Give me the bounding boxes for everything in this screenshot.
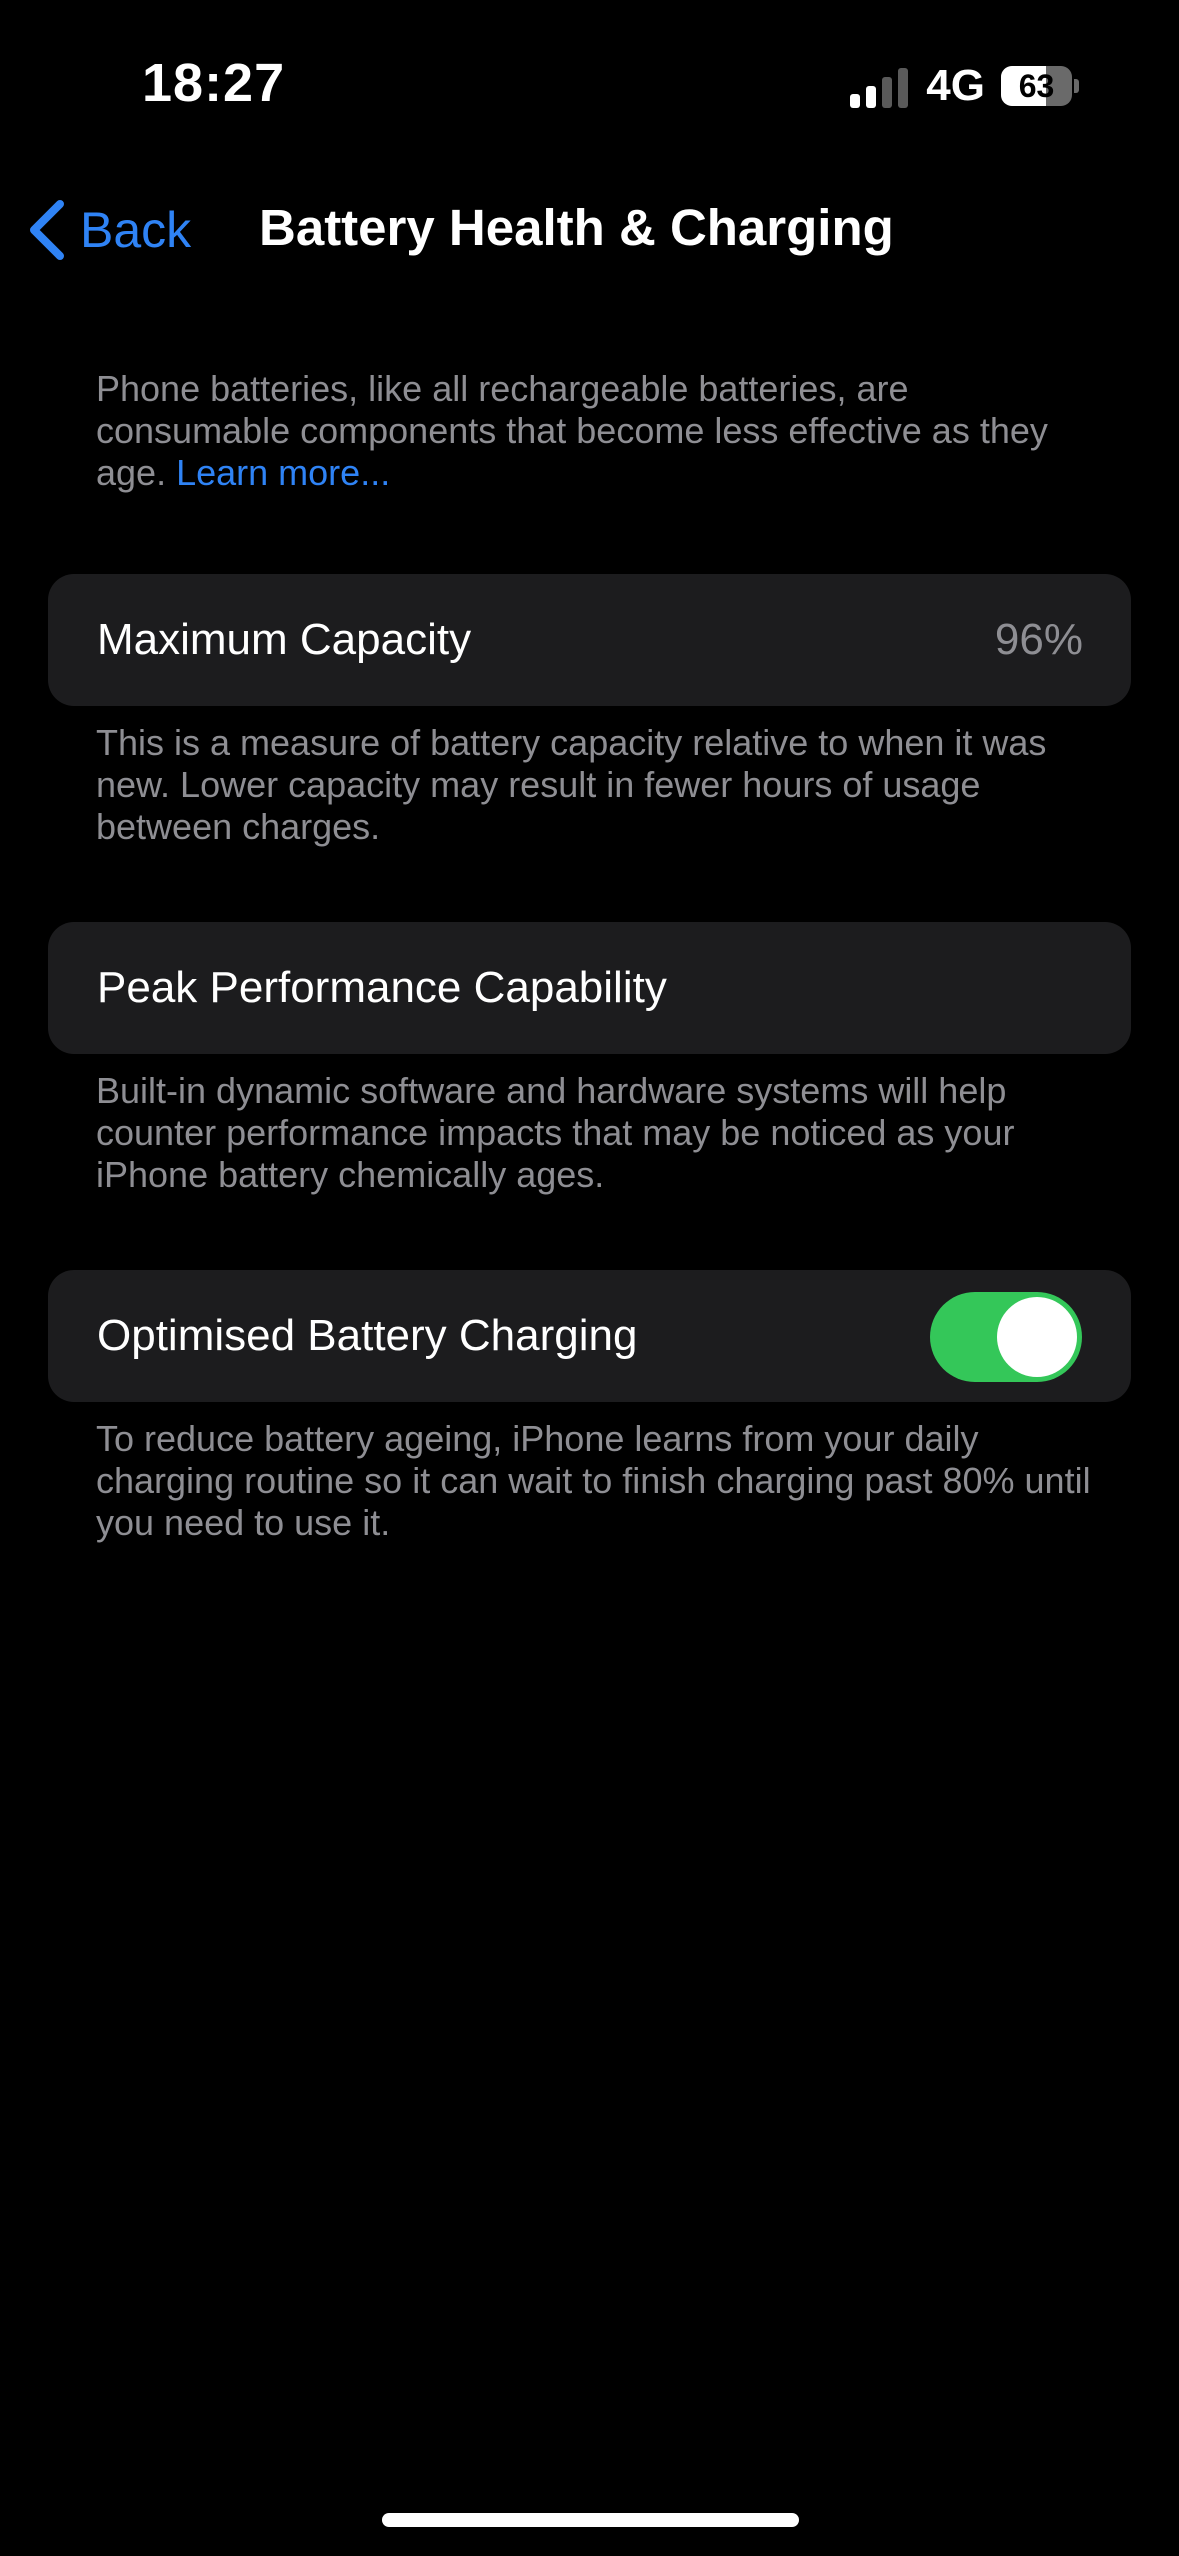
- battery-icon: 63: [1001, 66, 1079, 106]
- signal-bar: [850, 94, 861, 108]
- network-type-label: 4G: [926, 61, 985, 110]
- battery-level-text: 63: [1018, 67, 1055, 104]
- signal-bar: [882, 77, 893, 108]
- peak-performance-label: Peak Performance Capability: [97, 963, 667, 1012]
- maximum-capacity-label: Maximum Capacity: [97, 615, 472, 664]
- navigation-bar: Back Battery Health & Charging: [0, 170, 1179, 290]
- status-indicators: 4G 63: [850, 60, 1079, 112]
- home-indicator[interactable]: [382, 2513, 799, 2527]
- intro-description: Phone batteries, like all rechargeable b…: [96, 368, 1096, 494]
- cellular-signal-icon: [850, 64, 910, 108]
- battery-cap: [1074, 79, 1079, 93]
- signal-bar: [898, 68, 909, 108]
- learn-more-link[interactable]: Learn more...: [176, 452, 390, 493]
- page-title: Battery Health & Charging: [259, 199, 894, 256]
- status-bar: 18:27 4G 63: [0, 0, 1179, 170]
- optimised-charging-footer: To reduce battery ageing, iPhone learns …: [96, 1418, 1091, 1543]
- maximum-capacity-value: 96%: [994, 615, 1083, 664]
- maximum-capacity-row: Maximum Capacity 96%: [48, 574, 1131, 706]
- signal-bar: [866, 86, 877, 108]
- back-label: Back: [80, 202, 192, 258]
- maximum-capacity-footer: This is a measure of battery capacity re…: [96, 722, 1047, 847]
- back-button[interactable]: Back: [26, 192, 191, 268]
- battery-body: 63: [1001, 66, 1073, 106]
- peak-performance-row[interactable]: Peak Performance Capability: [48, 922, 1131, 1054]
- toggle-knob: [997, 1297, 1077, 1377]
- peak-performance-footer: Built-in dynamic software and hardware s…: [96, 1070, 1015, 1195]
- status-time: 18:27: [142, 53, 286, 113]
- optimised-charging-row: Optimised Battery Charging: [48, 1270, 1131, 1402]
- chevron-left-icon: [26, 199, 66, 261]
- optimised-charging-toggle[interactable]: [930, 1292, 1082, 1382]
- optimised-charging-label: Optimised Battery Charging: [97, 1311, 638, 1360]
